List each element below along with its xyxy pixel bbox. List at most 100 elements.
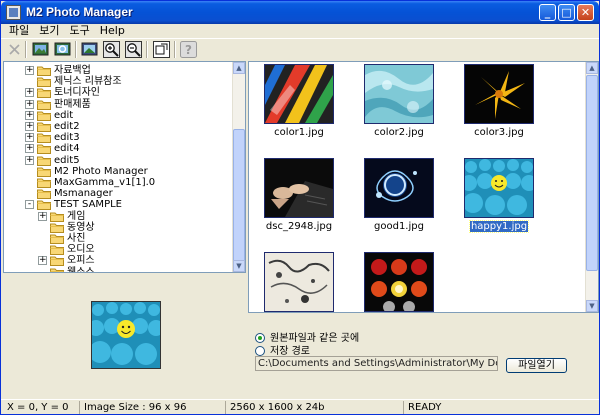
expand-icon[interactable]: + <box>25 99 34 109</box>
expand-icon[interactable]: + <box>25 144 34 154</box>
scroll-thumb[interactable] <box>586 75 598 271</box>
zoom-out-button[interactable] <box>123 39 144 60</box>
expand-icon[interactable]: + <box>25 110 34 120</box>
folder-icon <box>37 65 51 76</box>
thumbnail-image <box>265 159 333 217</box>
window-title: M2 Photo Manager <box>26 5 133 19</box>
expand-icon[interactable]: + <box>25 155 34 165</box>
thumbnail-vertical-scrollbar[interactable]: ▲ ▼ <box>585 62 598 312</box>
tree-item[interactable]: 사진 <box>4 233 232 244</box>
folder-icon <box>37 166 51 177</box>
expand-icon[interactable]: + <box>25 88 34 98</box>
close-button[interactable]: ✕ <box>577 4 594 21</box>
view-image-button[interactable] <box>79 39 100 60</box>
radio-same-folder-button[interactable] <box>255 333 265 343</box>
tree-vertical-scrollbar[interactable]: ▲ ▼ <box>232 62 245 272</box>
toolbar-separator <box>25 41 27 58</box>
folder-icon <box>37 199 51 211</box>
thumbnail-label: color3.jpg <box>474 127 524 138</box>
expand-icon[interactable]: + <box>25 122 34 131</box>
folder-icon <box>50 255 64 267</box>
tree-item-label: 판매제품 <box>54 98 91 110</box>
tree-item[interactable]: + 토너디자인 <box>4 87 232 99</box>
collapse-icon[interactable]: - <box>25 200 34 210</box>
open-file-button[interactable]: 파일열기 <box>506 358 567 373</box>
scroll-down-button[interactable]: ▼ <box>233 260 245 272</box>
expand-icon[interactable]: + <box>25 133 34 143</box>
thumbnail-panel[interactable]: color1.jpg color2.jpg color3.jpg dsc_294… <box>248 61 599 313</box>
tree-item[interactable]: MaxGamma_v1[1].0 <box>4 177 232 188</box>
zoom-out-icon <box>125 41 142 58</box>
tree-item[interactable]: Msmanager <box>4 188 232 200</box>
radio-save-path-button[interactable] <box>255 346 265 356</box>
tree-item[interactable]: + edit <box>4 110 232 121</box>
thumbnail-image <box>365 253 433 311</box>
save-path-field[interactable]: C:\Documents and Settings\Administrator\… <box>255 356 498 371</box>
expand-icon[interactable]: + <box>38 211 47 221</box>
thumbnail-color3[interactable] <box>464 64 534 124</box>
tree-item-label: 오디오 <box>67 244 95 256</box>
tree-item[interactable]: + 오피스 <box>4 255 232 267</box>
scroll-down-button[interactable]: ▼ <box>586 300 598 312</box>
thumbnail-8[interactable] <box>364 252 434 312</box>
fit-window-button[interactable] <box>151 39 172 60</box>
folder-icon <box>50 233 64 244</box>
scroll-thumb[interactable] <box>233 129 245 266</box>
thumbnail-color1[interactable] <box>264 64 334 124</box>
thumbnail-happy1[interactable] <box>464 158 534 218</box>
tree-item[interactable]: + 게임 <box>4 211 232 222</box>
tree-item[interactable]: + edit5 <box>4 155 232 166</box>
expand-icon[interactable]: + <box>25 66 34 75</box>
maximize-button[interactable]: □ <box>558 4 575 21</box>
image-refresh-icon <box>54 42 71 56</box>
minimize-button[interactable]: _ <box>539 4 556 21</box>
folder-icon <box>37 188 51 200</box>
tree-item[interactable]: + edit3 <box>4 132 232 144</box>
delete-icon <box>9 44 20 55</box>
menu-view[interactable]: 보기 <box>34 24 64 38</box>
folder-icon <box>37 99 51 110</box>
tree-item[interactable]: + edit4 <box>4 143 232 155</box>
zoom-in-button[interactable] <box>101 39 122 60</box>
folder-icon <box>37 132 51 144</box>
refresh-image-button[interactable] <box>52 39 73 60</box>
radio-same-folder-label: 원본파일과 같은 곳에 <box>270 333 360 344</box>
app-window: M2 Photo Manager _ □ ✕ 파일 보기 도구 Help ? +… <box>0 0 600 415</box>
tree-item-label: MaxGamma_v1[1].0 <box>54 177 156 188</box>
tree-item[interactable]: - TEST SAMPLE <box>4 199 232 211</box>
menu-help[interactable]: Help <box>95 24 130 38</box>
tree-item[interactable]: 제닉스 리뷰참조 <box>4 76 232 88</box>
title-bar[interactable]: M2 Photo Manager _ □ ✕ <box>1 1 599 24</box>
open-image-button[interactable] <box>30 39 51 60</box>
thumbnail-image <box>265 253 333 311</box>
thumbnail-image <box>465 159 533 217</box>
tree-item-label: 자료백업 <box>54 65 91 76</box>
menu-tools[interactable]: 도구 <box>65 24 95 38</box>
tree-item[interactable]: 동영상 <box>4 222 232 233</box>
thumbnail-dsc_2948[interactable] <box>264 158 334 218</box>
folder-tree[interactable]: + 자료백업 제닉스 리뷰참조 + 토너디자인 + 판매제품 + edit + edit2 + edit… <box>3 61 246 273</box>
tree-item-label: 웹소스 <box>67 266 95 273</box>
app-icon[interactable] <box>6 5 21 20</box>
delete-button[interactable] <box>4 39 25 60</box>
tree-item[interactable]: + edit2 <box>4 121 232 132</box>
tree-item[interactable]: 오디오 <box>4 244 232 256</box>
help-button[interactable]: ? <box>178 39 199 60</box>
thumbnail-good1[interactable] <box>364 158 434 218</box>
tree-item[interactable]: M2 Photo Manager <box>4 166 232 177</box>
thumbnail-image <box>365 159 433 217</box>
thumbnail-7[interactable] <box>264 252 334 312</box>
thumbnail-color2[interactable] <box>364 64 434 124</box>
tree-item[interactable]: + 판매제품 <box>4 99 232 110</box>
expand-icon[interactable]: + <box>38 256 47 266</box>
tree-item[interactable]: 웹소스 <box>4 266 232 273</box>
folder-icon <box>50 267 64 272</box>
tree-item[interactable]: + 자료백업 <box>4 65 232 76</box>
tree-item-label: 사진 <box>67 233 86 244</box>
scroll-up-button[interactable]: ▲ <box>233 62 245 74</box>
menu-file[interactable]: 파일 <box>4 24 34 38</box>
tree-item-label: edit <box>54 109 74 121</box>
folder-icon <box>37 177 51 188</box>
tree-item-label: 오피스 <box>67 255 95 267</box>
scroll-up-button[interactable]: ▲ <box>586 62 598 74</box>
